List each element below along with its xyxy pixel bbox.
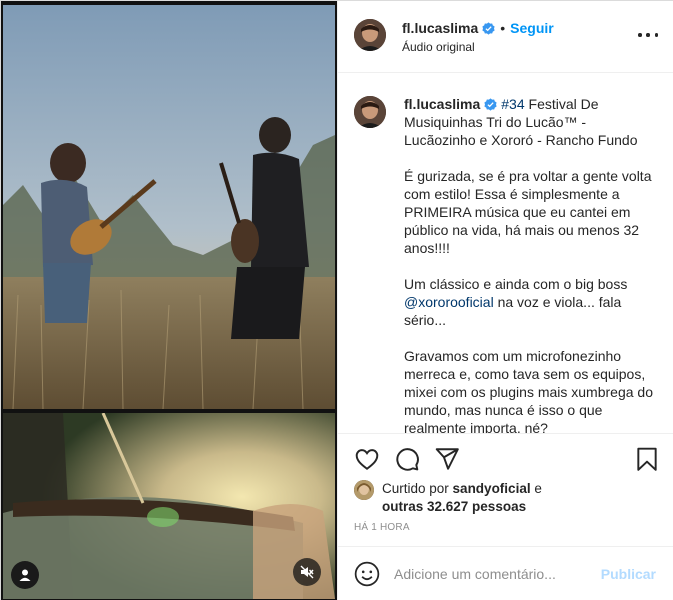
liker-avatar[interactable] xyxy=(354,480,374,500)
liked-by-and: e xyxy=(530,481,542,496)
more-options-icon[interactable] xyxy=(638,29,658,41)
hashtag-link[interactable]: #34 xyxy=(501,96,524,112)
separator-dot: • xyxy=(500,20,506,36)
avatar[interactable] xyxy=(354,96,386,128)
author-username[interactable]: fl.lucaslima xyxy=(402,20,478,36)
post-header: fl.lucaslima • Seguir Áudio original xyxy=(338,1,673,73)
verified-badge-icon xyxy=(482,21,495,35)
liked-by-others[interactable]: outras 32.627 pessoas xyxy=(382,499,526,514)
author-row: fl.lucaslima • Seguir xyxy=(402,20,554,36)
liked-by-prefix: Curtido por xyxy=(382,481,453,496)
post-media[interactable] xyxy=(1,1,337,600)
likes-summary: Curtido por sandyoficial e outras 32.627 … xyxy=(354,480,654,516)
verified-badge-icon xyxy=(484,98,497,111)
bookmark-icon[interactable] xyxy=(634,446,660,472)
likes-text: Curtido por sandyoficial e outras 32.627 … xyxy=(382,480,542,516)
audio-label[interactable]: Áudio original xyxy=(402,40,475,54)
mention-link[interactable]: @xororooficial xyxy=(404,294,494,310)
caption-author[interactable]: fl.lucaslima xyxy=(404,96,480,112)
smiley-icon[interactable] xyxy=(354,561,380,587)
action-bar xyxy=(338,433,673,479)
caption-paragraph-1: É gurizada, se é pra voltar a gente volt… xyxy=(404,168,656,256)
video-frame-guitarists xyxy=(3,5,335,409)
liked-by-user[interactable]: sandyoficial xyxy=(453,481,531,496)
speaker-muted-icon[interactable] xyxy=(293,558,321,586)
user-tag-icon[interactable] xyxy=(11,561,39,589)
caption-paragraph-2-start: Um clássico e ainda com o big boss xyxy=(404,276,632,292)
video-frame-violin xyxy=(3,413,335,599)
comment-bubble-icon[interactable] xyxy=(394,446,420,472)
publish-button[interactable]: Publicar xyxy=(601,566,656,582)
heart-icon[interactable] xyxy=(354,446,380,472)
post-side-panel: fl.lucaslima • Seguir Áudio original fl.… xyxy=(337,1,673,600)
caption-paragraph-3: Gravamos com um microfonezinho merreca e… xyxy=(404,348,657,433)
post-timestamp[interactable]: HÁ 1 HORA xyxy=(354,522,410,533)
comment-input[interactable] xyxy=(394,564,594,584)
comment-composer: Publicar xyxy=(338,546,673,600)
avatar[interactable] xyxy=(354,19,386,51)
follow-button[interactable]: Seguir xyxy=(510,20,554,36)
caption-text: fl.lucaslima #34 Festival De Musiquinhas … xyxy=(404,95,656,433)
paper-plane-icon[interactable] xyxy=(434,446,460,472)
caption-section: fl.lucaslima #34 Festival De Musiquinhas … xyxy=(338,74,673,433)
post-modal: fl.lucaslima • Seguir Áudio original fl.… xyxy=(0,0,673,600)
